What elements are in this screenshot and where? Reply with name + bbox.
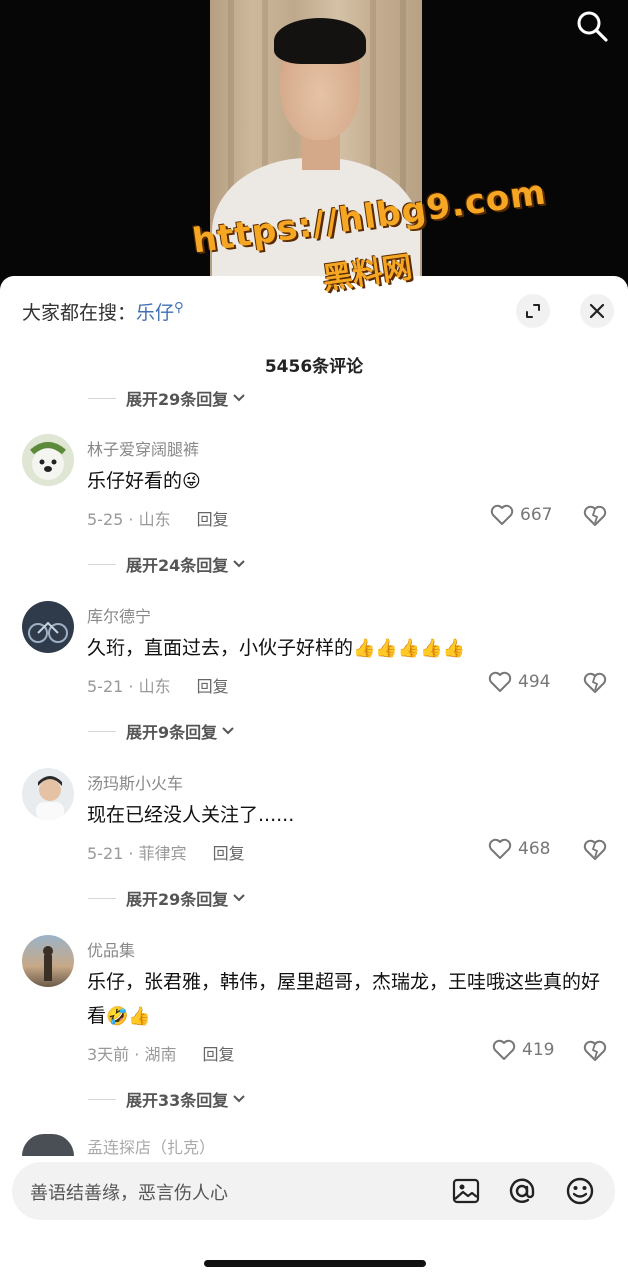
comment-input-bar[interactable]: 善语结善缘，恶言伤人心	[12, 1162, 615, 1220]
expand-replies-label: 展开29条回复	[126, 890, 229, 909]
emoji-sticker: 👍👍👍👍👍	[353, 638, 466, 659]
chevron-down-icon	[233, 394, 245, 402]
expand-replies-label: 展开24条回复	[126, 556, 229, 575]
expand-replies-label: 展开29条回复	[126, 390, 229, 409]
at-icon[interactable]	[506, 1175, 538, 1207]
comment-meta: 5-21 · 菲律宾 回复	[87, 840, 245, 864]
comment-meta: 5-21 · 山东 回复	[87, 673, 229, 697]
comment-sheet: 大家都在搜：乐仔⚲ 5456条评论 展开29条回复 林子爱穿阔腿裤 乐仔好看的😜…	[0, 276, 628, 1280]
image-icon[interactable]	[450, 1175, 482, 1207]
broken-heart-icon[interactable]	[582, 838, 608, 862]
close-sheet-button[interactable]	[580, 294, 614, 328]
reply-button[interactable]: 回复	[213, 840, 245, 864]
chevron-down-icon	[233, 1095, 245, 1103]
avatar[interactable]	[22, 935, 74, 987]
heart-icon	[490, 504, 514, 525]
comment-username[interactable]: 孟连探店（扎克）	[87, 1134, 215, 1158]
comment-date-location: 3天前 · 湖南	[87, 1045, 177, 1064]
like-button[interactable]: 468	[488, 838, 550, 860]
like-button[interactable]: 494	[488, 671, 550, 693]
comment-meta: 5-25 · 山东 回复	[87, 506, 229, 530]
reply-button[interactable]: 回复	[197, 506, 229, 530]
comment-date-location: 5-21 · 山东	[87, 677, 171, 696]
like-button[interactable]: 419	[492, 1039, 554, 1061]
emoji-sticker: 😜	[182, 471, 201, 492]
comment-meta: 3天前 · 湖南 回复	[87, 1041, 234, 1065]
expand-replies-label: 展开9条回复	[126, 723, 218, 742]
expand-replies-button[interactable]: 展开29条回复	[88, 386, 246, 410]
expand-replies-button[interactable]: 展开24条回复	[88, 552, 246, 576]
comment-text: 乐仔好看的😜	[87, 470, 201, 492]
like-count: 419	[522, 1040, 555, 1060]
comment-text: 现在已经没人关注了......	[87, 804, 295, 826]
like-count: 667	[520, 505, 553, 525]
heart-icon	[488, 671, 512, 692]
expand-replies-button[interactable]: 展开33条回复	[88, 1087, 246, 1111]
broken-heart-icon[interactable]	[582, 671, 608, 695]
heart-icon	[488, 838, 512, 859]
comment-date-location: 5-21 · 菲律宾	[87, 844, 187, 863]
comment-count: 5456条评论	[264, 357, 364, 377]
expand-replies-button[interactable]: 展开9条回复	[88, 719, 235, 743]
emoji-sticker: 🤣👍	[106, 1006, 151, 1027]
suggested-search-term[interactable]: 乐仔	[136, 302, 174, 324]
broken-heart-icon[interactable]	[582, 504, 608, 528]
search-icon[interactable]	[574, 8, 610, 44]
expand-replies-button[interactable]: 展开29条回复	[88, 886, 246, 910]
suggested-search[interactable]: 大家都在搜：乐仔⚲	[22, 298, 184, 325]
smile-icon[interactable]	[564, 1175, 596, 1207]
expand-replies-label: 展开33条回复	[126, 1091, 229, 1110]
like-count: 494	[518, 672, 551, 692]
avatar[interactable]	[22, 1134, 74, 1156]
expand-icon	[526, 304, 540, 318]
like-count: 468	[518, 839, 551, 859]
comment-date-location: 5-25 · 山东	[87, 510, 171, 529]
comment-text: 乐仔，张君雅，韩伟，屋里超哥，杰瑞龙，王哇哦这些真的好看🤣👍	[87, 971, 601, 1027]
chevron-down-icon	[233, 894, 245, 902]
home-indicator[interactable]	[204, 1260, 426, 1267]
expand-sheet-button[interactable]	[516, 294, 550, 328]
avatar[interactable]	[22, 601, 74, 653]
comment-input-placeholder[interactable]: 善语结善缘，恶言伤人心	[30, 1179, 228, 1205]
heart-icon	[492, 1039, 516, 1060]
comment-text: 久珩，直面过去，小伙子好样的👍👍👍👍👍	[87, 637, 466, 659]
comment-username[interactable]: 汤玛斯小火车	[87, 770, 183, 794]
avatar[interactable]	[22, 768, 74, 820]
video-player[interactable]: https://hlbg9.com	[0, 0, 628, 290]
like-button[interactable]: 667	[490, 504, 552, 526]
broken-heart-icon[interactable]	[582, 1039, 608, 1063]
comment-username[interactable]: 优品集	[87, 937, 135, 961]
comment-username[interactable]: 林子爱穿阔腿裤	[87, 436, 199, 460]
avatar[interactable]	[22, 434, 74, 486]
reply-button[interactable]: 回复	[202, 1041, 234, 1065]
comment-username[interactable]: 库尔德宁	[87, 603, 151, 627]
chevron-down-icon	[222, 727, 234, 735]
close-icon	[589, 303, 605, 319]
search-small-icon: ⚲	[174, 300, 184, 316]
chevron-down-icon	[233, 560, 245, 568]
reply-button[interactable]: 回复	[197, 673, 229, 697]
suggested-search-prefix: 大家都在搜：	[22, 302, 137, 324]
